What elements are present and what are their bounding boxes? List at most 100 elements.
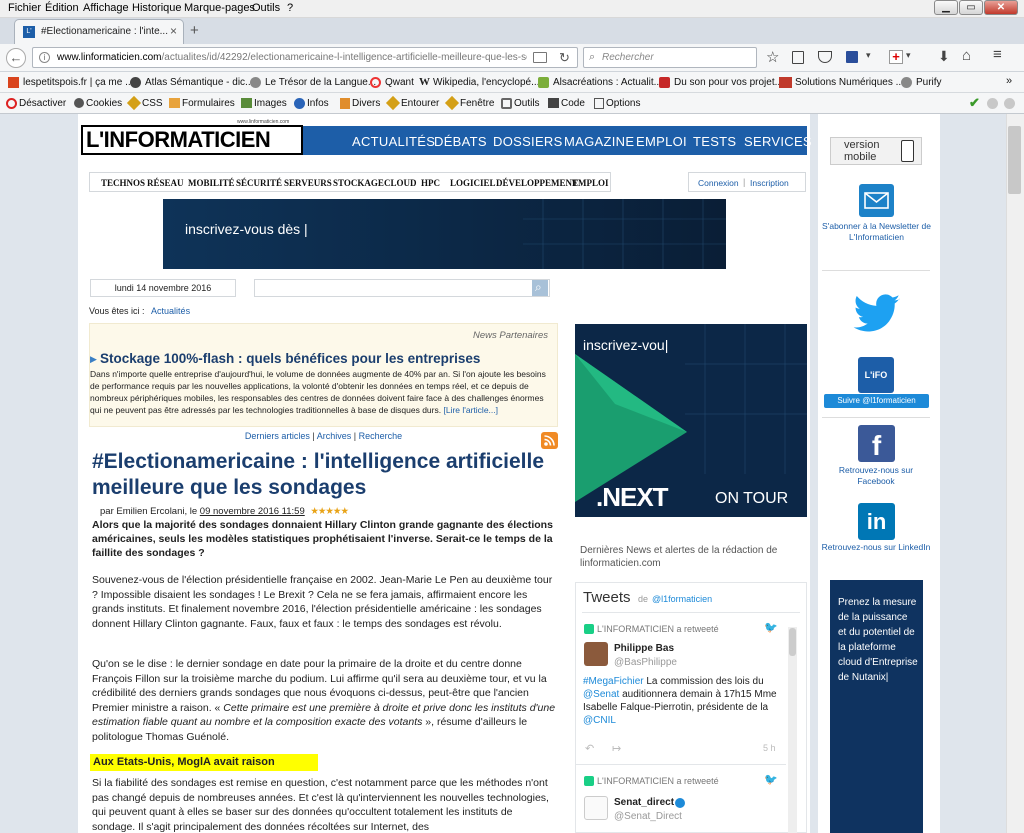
topnav-magazine[interactable]: MAGAZINE [564,134,634,149]
overflow-icon[interactable]: » [1006,75,1012,87]
tweet-author-name[interactable]: Senat_direct [614,797,674,808]
subnav-hpc[interactable]: HPC [421,178,440,188]
topnav-services[interactable]: SERVICES [744,134,812,149]
home-icon[interactable]: ⌂ [962,47,971,64]
subnav-mobilite[interactable]: MOBILITÉ [188,178,235,188]
site-logo[interactable]: L'INFORMATICIEN www.linformaticien.com [81,119,303,155]
topnav-emploi[interactable]: EMPLOI [636,134,687,149]
dev-menu-infos[interactable]: Infos [307,98,329,109]
nutanix-ad[interactable]: Prenez la mesure de la puissance et du p… [830,580,923,833]
browser-search[interactable]: ⌕ Rechercher [583,47,757,68]
link-archives[interactable]: Archives [317,431,352,441]
link-derniers-articles[interactable]: Derniers articles [245,431,310,441]
link-recherche[interactable]: Recherche [359,431,403,441]
avatar[interactable] [584,642,608,666]
bookmark-item[interactable]: Alsacréations : Actualit... [553,77,662,88]
dev-menu-outils[interactable]: Outils [514,98,540,109]
twitter-bird-icon[interactable] [852,293,902,340]
topnav-debats[interactable]: DÉBATS [434,134,487,149]
bookmark-item[interactable]: Qwant [385,77,414,88]
bookmark-item[interactable]: Atlas Sémantique - dic... [145,77,253,88]
site-search-button[interactable]: ⌕ [532,280,548,296]
dev-menu-code[interactable]: Code [561,98,585,109]
tweets-scroll-thumb[interactable] [789,628,796,656]
login-link[interactable]: Connexion [698,178,739,188]
hashtag-link[interactable]: #MegaFichier [583,676,644,687]
url-bar[interactable]: i www.linformaticien.com/actualites/id/4… [32,47,578,68]
dev-menu-fenetre[interactable]: Fenêtre [460,98,494,109]
site-search-input[interactable] [254,279,550,297]
bookmark-item[interactable]: Solutions Numériques ... [795,77,904,88]
menu-marque-pages[interactable]: Marque-pages [184,2,255,14]
subnav-serveurs[interactable]: SERVEURS [284,178,332,188]
subnav-stockage[interactable]: STOCKAGE [333,178,384,188]
bookmark-item[interactable]: lespetitspois.fr | ça me ... [23,77,133,88]
rss-icon[interactable] [541,432,558,449]
facebook-icon[interactable]: f [858,425,895,462]
facebook-link[interactable]: Retrouvez-nous sur Facebook [820,465,932,487]
mention-link[interactable]: @CNIL [583,715,616,726]
reader-view-icon[interactable] [533,52,547,63]
page-scrollbar[interactable] [1006,114,1024,833]
bookmarks-list-icon[interactable] [792,51,804,64]
tab-active[interactable]: L' #Electionamericaine : l'inte... × [14,19,184,44]
twitter-bird-icon[interactable]: 🐦 [764,621,778,634]
subnav-cloud[interactable]: CLOUD [384,178,417,188]
addon-plus-icon[interactable]: + [889,50,903,64]
subnav-technos[interactable]: TECHNOS [101,178,145,188]
bookmark-item[interactable]: Du son pour vos projet... [674,77,783,88]
bookmark-star-icon[interactable]: ☆ [766,48,779,66]
mobile-version-link[interactable]: version mobile [830,137,922,165]
subnav-logiciel[interactable]: LOGICIEL [450,178,496,188]
avatar[interactable] [584,796,608,820]
tweet-author-name[interactable]: Philippe Bas [614,643,674,654]
newsletter-envelope-icon[interactable] [859,184,894,217]
back-icon[interactable]: ← [6,48,26,68]
dev-menu-formulaires[interactable]: Formulaires [182,98,235,109]
bookmark-item[interactable]: Purify [916,77,942,88]
maximize-icon[interactable]: ▭ [959,0,983,15]
partner-read-more[interactable]: [Lire l'article...] [443,405,498,415]
menu-historique[interactable]: Historique [132,2,182,14]
subnav-developpement[interactable]: DÉVELOPPEMENT [496,178,578,188]
subnav-securite[interactable]: SÉCURITÉ [236,178,282,188]
bookmark-item[interactable]: Le Trésor de la Langue... [265,77,376,88]
dev-menu-css[interactable]: CSS [142,98,163,109]
dev-menu-options[interactable]: Options [606,98,640,109]
topnav-tests[interactable]: TESTS [693,134,736,149]
download-icon[interactable]: ⬇ [938,48,950,65]
subnav-emploi[interactable]: EMPLOI [572,178,609,188]
menu-affichage[interactable]: Affichage [83,2,129,14]
dev-menu-entourer[interactable]: Entourer [401,98,439,109]
subnav-reseau[interactable]: RÉSEAU [147,178,184,188]
new-tab-icon[interactable]: + [190,22,199,39]
chevron-down-icon[interactable]: ▾ [906,50,911,61]
tweet-author-handle[interactable]: @Senat_Direct [614,811,682,822]
menu-help[interactable]: ? [287,2,293,14]
menu-fichier[interactable]: Fichier [8,2,41,14]
minimize-icon[interactable]: ▁ [934,0,958,15]
breadcrumb-link[interactable]: Actualités [151,306,190,316]
informaticien-avatar[interactable]: L'iFO [858,357,894,393]
tweets-handle[interactable]: @l1formaticien [652,594,712,604]
menu-outils[interactable]: Outils [252,2,280,14]
tweets-scrollbar[interactable] [788,627,797,833]
share-icon[interactable]: ↦ [612,742,621,755]
dev-menu-desactiver[interactable]: Désactiver [19,98,66,109]
bookmark-item[interactable]: Wikipedia, l'encyclopé... [433,77,539,88]
dev-menu-divers[interactable]: Divers [352,98,380,109]
tweet-author-handle[interactable]: @BasPhilippe [614,657,677,668]
close-tab-icon[interactable]: × [170,24,177,38]
info-icon[interactable]: i [39,52,50,63]
linkedin-icon[interactable]: in [858,503,895,540]
twitter-bird-icon[interactable]: 🐦 [764,773,778,786]
side-ad[interactable]: inscrivez-vou| .NEXT ON TOUR [575,324,807,517]
linkedin-link[interactable]: Retrouvez-nous sur LinkedIn [820,542,932,553]
page-scroll-thumb[interactable] [1008,126,1021,194]
menu-edition[interactable]: Édition [45,2,79,14]
dev-menu-images[interactable]: Images [254,98,287,109]
rating-stars-icon[interactable]: ★★★★★ [310,506,349,517]
signup-link[interactable]: Inscription [750,178,789,188]
reply-icon[interactable]: ↶ [585,742,594,755]
hamburger-menu-icon[interactable]: ≡ [993,46,1002,63]
